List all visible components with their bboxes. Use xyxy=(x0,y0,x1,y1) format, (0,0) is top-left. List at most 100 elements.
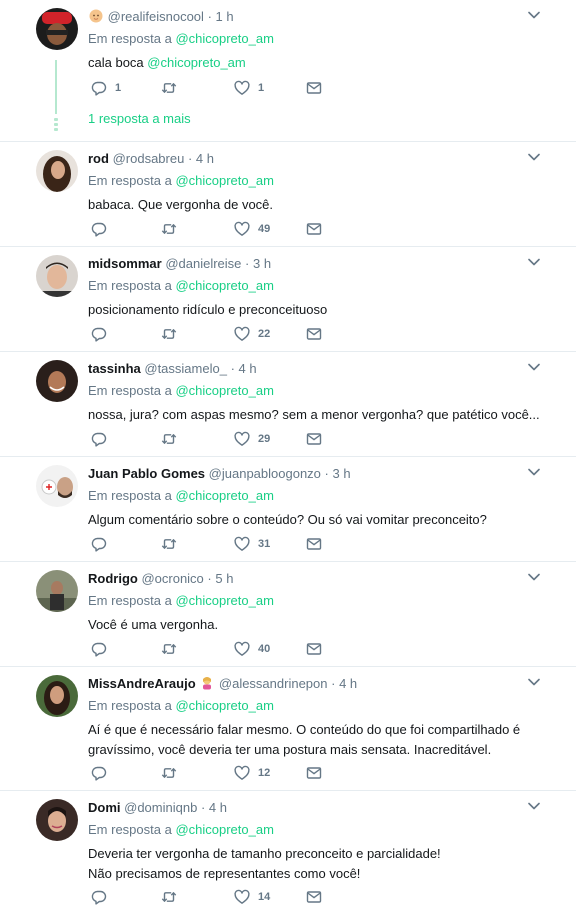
reply-button[interactable] xyxy=(91,221,115,237)
avatar[interactable] xyxy=(36,675,78,717)
message-button[interactable] xyxy=(306,80,322,96)
like-button[interactable]: 1 xyxy=(234,80,264,96)
reply-button[interactable] xyxy=(91,641,115,657)
person-tipping-hand-emoji-icon xyxy=(203,677,212,690)
reply-to-link[interactable]: @chicopreto_am xyxy=(175,822,273,837)
display-name[interactable]: rod xyxy=(88,151,109,166)
message-button[interactable] xyxy=(306,326,322,342)
reply-feed: @realifeisnocool · 1 h Em resposta a @ch… xyxy=(0,0,576,912)
reply-button[interactable] xyxy=(91,431,115,447)
display-name[interactable]: Juan Pablo Gomes xyxy=(88,466,205,481)
message-button[interactable] xyxy=(306,431,322,447)
timestamp[interactable]: 1 h xyxy=(216,9,234,24)
reply-to-link[interactable]: @chicopreto_am xyxy=(175,593,273,608)
retweet-button[interactable] xyxy=(161,80,185,96)
message-button[interactable] xyxy=(306,641,322,657)
tweet-text: Algum comentário sobre o conteúdo? Ou só… xyxy=(88,512,487,527)
chevron-down-icon[interactable] xyxy=(528,11,540,19)
reply-context: Em resposta a @chicopreto_am xyxy=(88,593,274,608)
retweet-button[interactable] xyxy=(161,431,185,447)
retweet-button[interactable] xyxy=(161,765,185,781)
reply-to-link[interactable]: @chicopreto_am xyxy=(175,31,273,46)
reply-to-link[interactable]: @chicopreto_am xyxy=(175,383,273,398)
tweet[interactable]: midsommar @danielreise · 3 h Em resposta… xyxy=(0,247,576,352)
avatar[interactable] xyxy=(36,570,78,612)
baby-emoji-icon xyxy=(89,9,103,23)
timestamp[interactable]: 4 h xyxy=(239,361,257,376)
display-name[interactable]: MissAndreAraujo xyxy=(88,676,196,691)
timestamp[interactable]: 4 h xyxy=(209,800,227,815)
tweet[interactable]: MissAndreAraujo @alessandrinepon · 4 h E… xyxy=(0,667,576,791)
user-handle[interactable]: @realifeisnocool xyxy=(108,9,204,24)
retweet-button[interactable] xyxy=(161,641,185,657)
like-button[interactable]: 14 xyxy=(234,889,270,905)
reply-to-link[interactable]: @chicopreto_am xyxy=(175,278,273,293)
message-button[interactable] xyxy=(306,221,322,237)
avatar[interactable] xyxy=(36,360,78,402)
user-handle[interactable]: @rodsabreu xyxy=(113,151,185,166)
timestamp[interactable]: 3 h xyxy=(332,466,350,481)
like-button[interactable]: 31 xyxy=(234,536,270,552)
avatar[interactable] xyxy=(36,8,78,50)
display-name[interactable]: midsommar xyxy=(88,256,162,271)
retweet-button[interactable] xyxy=(161,889,185,905)
like-button[interactable]: 40 xyxy=(234,641,270,657)
tweet[interactable]: Juan Pablo Gomes @juanpabloogonzo · 3 h … xyxy=(0,457,576,562)
like-button[interactable]: 12 xyxy=(234,765,270,781)
timestamp[interactable]: 4 h xyxy=(339,676,357,691)
retweet-button[interactable] xyxy=(161,221,185,237)
retweet-button[interactable] xyxy=(161,326,185,342)
reply-button[interactable] xyxy=(91,326,115,342)
tweet[interactable]: tassinha @tassiamelo_ · 4 h Em resposta … xyxy=(0,352,576,457)
display-name[interactable]: tassinha xyxy=(88,361,141,376)
tweet[interactable]: rod @rodsabreu · 4 h Em resposta a @chic… xyxy=(0,142,576,247)
timestamp[interactable]: 5 h xyxy=(215,571,233,586)
message-button[interactable] xyxy=(306,536,322,552)
user-handle[interactable]: @alessandrinepon xyxy=(219,676,328,691)
avatar[interactable] xyxy=(36,465,78,507)
avatar[interactable] xyxy=(36,799,78,841)
reply-button[interactable] xyxy=(91,536,115,552)
tweet-header: midsommar @danielreise · 3 h xyxy=(88,256,272,271)
message-button[interactable] xyxy=(306,889,322,905)
user-handle[interactable]: @tassiamelo_ xyxy=(144,361,227,376)
like-button[interactable]: 29 xyxy=(234,431,270,447)
more-replies-link[interactable]: 1 resposta a mais xyxy=(88,111,191,126)
reply-to-link[interactable]: @chicopreto_am xyxy=(175,698,273,713)
chevron-down-icon[interactable] xyxy=(528,468,540,476)
chevron-down-icon[interactable] xyxy=(528,153,540,161)
retweet-icon xyxy=(161,80,177,96)
chevron-down-icon[interactable] xyxy=(528,258,540,266)
like-button[interactable]: 22 xyxy=(234,326,270,342)
display-name[interactable]: Domi xyxy=(88,800,121,815)
tweet-text: Aí é que é necessário falar mesmo. O con… xyxy=(88,722,521,757)
chevron-down-icon[interactable] xyxy=(528,363,540,371)
avatar[interactable] xyxy=(36,255,78,297)
chevron-down-icon[interactable] xyxy=(528,802,540,810)
timestamp[interactable]: 4 h xyxy=(196,151,214,166)
reply-button[interactable]: 1 xyxy=(91,80,121,96)
chevron-down-icon[interactable] xyxy=(528,573,540,581)
like-icon xyxy=(234,326,250,342)
tweet[interactable]: Rodrigo @ocronico · 5 h Em resposta a @c… xyxy=(0,562,576,667)
tweet[interactable]: Domi @dominiqnb · 4 h Em resposta a @chi… xyxy=(0,791,576,912)
retweet-button[interactable] xyxy=(161,536,185,552)
reply-to-link[interactable]: @chicopreto_am xyxy=(175,173,273,188)
user-handle[interactable]: @ocronico xyxy=(141,571,203,586)
user-handle[interactable]: @danielreise xyxy=(165,256,241,271)
like-count: 31 xyxy=(258,538,271,550)
chevron-down-icon[interactable] xyxy=(528,678,540,686)
message-button[interactable] xyxy=(306,765,322,781)
reply-button[interactable] xyxy=(91,889,115,905)
user-handle[interactable]: @dominiqnb xyxy=(124,800,197,815)
reply-icon xyxy=(91,431,107,447)
timestamp[interactable]: 3 h xyxy=(253,256,271,271)
reply-to-link[interactable]: @chicopreto_am xyxy=(175,488,273,503)
mention-link[interactable]: @chicopreto_am xyxy=(147,55,245,70)
avatar[interactable] xyxy=(36,150,78,192)
user-handle[interactable]: @juanpabloogonzo xyxy=(209,466,321,481)
reply-button[interactable] xyxy=(91,765,115,781)
display-name[interactable]: Rodrigo xyxy=(88,571,138,586)
tweet[interactable]: @realifeisnocool · 1 h Em resposta a @ch… xyxy=(0,0,576,142)
like-button[interactable]: 49 xyxy=(234,221,270,237)
